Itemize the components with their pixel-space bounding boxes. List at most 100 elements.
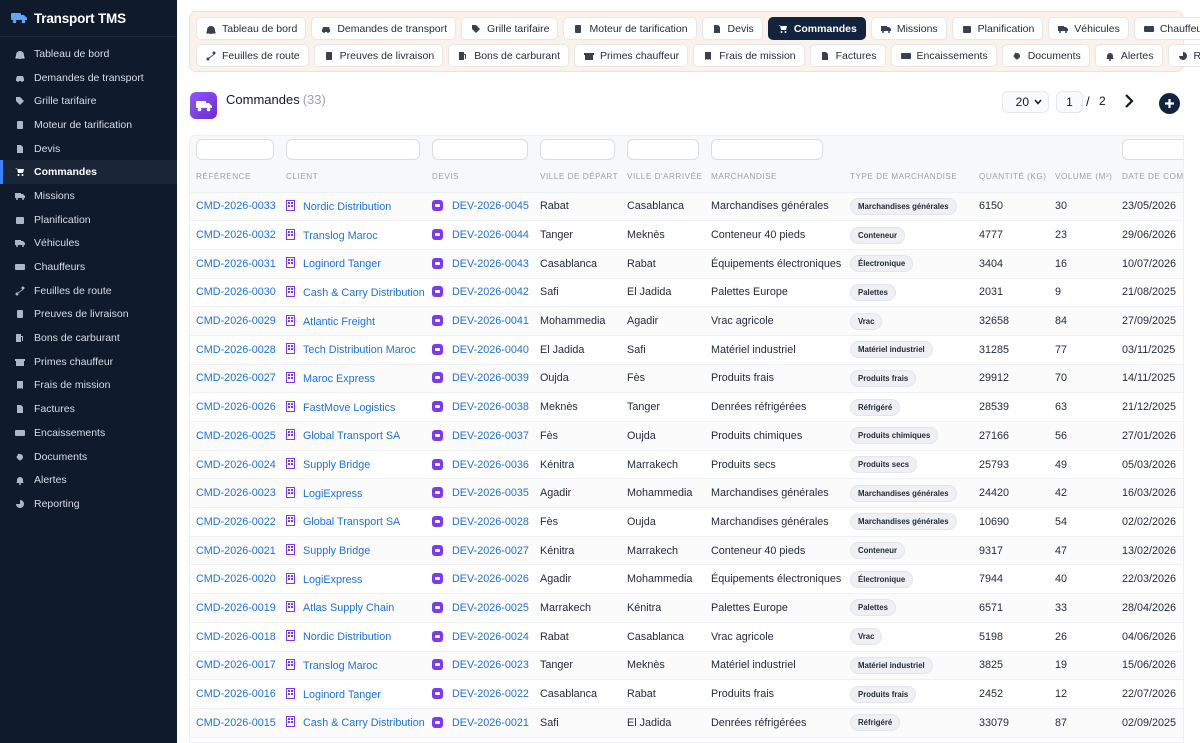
table-row[interactable]: CMD-2026-0024 Supply Bridge DEV-2026-0036 K… (190, 450, 1183, 480)
devis-link[interactable]: DEV-2026-0045 (452, 200, 529, 212)
tab-grille-tarifaire[interactable]: Grille tarifaire (461, 17, 559, 40)
client-link[interactable]: FastMove Logistics (303, 402, 395, 414)
client-link[interactable]: Cash & Carry Distribution (303, 717, 425, 729)
devis-link[interactable]: DEV-2026-0036 (452, 459, 529, 471)
tab-missions[interactable]: Missions (870, 17, 947, 40)
table-row[interactable]: CMD-2026-0025 Global Transport SA DEV-2026… (190, 421, 1183, 451)
order-reference-link[interactable]: CMD-2026-0019 (196, 602, 276, 614)
client-link[interactable]: Loginord Tanger (303, 689, 381, 701)
sidebar-item-documents[interactable]: Documents (0, 445, 177, 469)
devis-link[interactable]: DEV-2026-0042 (452, 286, 529, 298)
column-header[interactable]: VILLE DE DÉPART (534, 161, 621, 193)
devis-link[interactable]: DEV-2026-0035 (452, 487, 529, 499)
tab-bons-de-carburant[interactable]: Bons de carburant (448, 44, 569, 67)
sidebar-item-moteur-de-tarification[interactable]: Moteur de tarification (0, 113, 177, 137)
sidebar-item-frais-de-mission[interactable]: Frais de mission (0, 374, 177, 398)
order-reference-link[interactable]: CMD-2026-0032 (196, 229, 276, 241)
column-header[interactable]: MARCHANDISE (705, 161, 844, 193)
devis-link[interactable]: DEV-2026-0044 (452, 229, 529, 241)
filter-date-input[interactable] (1122, 139, 1183, 160)
order-reference-link[interactable]: CMD-2026-0017 (196, 659, 276, 671)
column-header[interactable]: QUANTITÉ (KG) (973, 161, 1049, 193)
brand[interactable]: Transport TMS (0, 0, 177, 37)
page-size-select[interactable]: 20 (1002, 91, 1049, 113)
filter-devis-input[interactable] (432, 139, 528, 160)
table-row[interactable]: CMD-2026-0017 Translog Maroc DEV-2026-0023… (190, 651, 1183, 681)
client-link[interactable]: Nordic Distribution (303, 201, 391, 213)
sidebar-item-chauffeurs[interactable]: Chauffeurs (0, 255, 177, 279)
client-link[interactable]: Cash & Carry Distribution (303, 287, 425, 299)
client-link[interactable]: Supply Bridge (303, 459, 370, 471)
table-row[interactable]: CMD-2026-0030 Cash & Carry Distribution DE… (190, 278, 1183, 308)
sidebar-item-devis[interactable]: Devis (0, 137, 177, 161)
sidebar-item-missions[interactable]: Missions (0, 184, 177, 208)
add-order-button[interactable] (1159, 93, 1180, 114)
table-row[interactable]: CMD-2026-0033 Nordic Distribution DEV-2026… (190, 192, 1183, 222)
current-page-input[interactable]: 1 (1056, 91, 1083, 113)
order-reference-link[interactable]: CMD-2026-0022 (196, 516, 276, 528)
tab-commandes[interactable]: Commandes (767, 17, 866, 40)
order-reference-link[interactable]: CMD-2026-0018 (196, 631, 276, 643)
tab-feuilles-de-route[interactable]: Feuilles de route (196, 44, 309, 67)
client-link[interactable]: Supply Bridge (303, 545, 370, 557)
table-row[interactable]: CMD-2026-0026 FastMove Logistics DEV-2026-… (190, 392, 1183, 422)
devis-link[interactable]: DEV-2026-0025 (452, 602, 529, 614)
next-page-button[interactable] (1122, 93, 1136, 109)
client-link[interactable]: Tech Distribution Maroc (303, 344, 416, 356)
sidebar-item-demandes-de-transport[interactable]: Demandes de transport (0, 66, 177, 90)
column-header[interactable]: TYPE DE MARCHANDISE (844, 161, 973, 193)
table-row[interactable]: CMD-2026-0016 Loginord Tanger DEV-2026-002… (190, 679, 1183, 709)
sidebar-item-grille-tarifaire[interactable]: Grille tarifaire (0, 89, 177, 113)
sidebar-item-alertes[interactable]: Alertes (0, 468, 177, 492)
order-reference-link[interactable]: CMD-2026-0027 (196, 372, 276, 384)
tab-tableau-de-bord[interactable]: Tableau de bord (196, 17, 307, 40)
client-link[interactable]: LogiExpress (303, 574, 362, 586)
order-reference-link[interactable]: CMD-2026-0028 (196, 344, 276, 356)
order-reference-link[interactable]: CMD-2026-0025 (196, 430, 276, 442)
devis-link[interactable]: DEV-2026-0024 (452, 631, 529, 643)
tab-alertes[interactable]: Alertes (1094, 44, 1163, 67)
table-row[interactable]: CMD-2026-0020 LogiExpress DEV-2026-0026 Aga… (190, 564, 1183, 595)
table-row[interactable]: CMD-2026-0019 Atlas Supply Chain DEV-2026-… (190, 593, 1183, 623)
devis-link[interactable]: DEV-2026-0021 (452, 717, 529, 729)
tab-frais-de-mission[interactable]: Frais de mission (693, 44, 805, 67)
tab-preuves-de-livraison[interactable]: Preuves de livraison (313, 44, 444, 67)
sidebar-item-factures[interactable]: Factures (0, 397, 177, 421)
devis-link[interactable]: DEV-2026-0039 (452, 372, 529, 384)
tab-primes-chauffeur[interactable]: Primes chauffeur (574, 44, 689, 67)
sidebar-item-encaissements[interactable]: Encaissements (0, 421, 177, 445)
tab-moteur-de-tarification[interactable]: Moteur de tarification (563, 17, 697, 40)
client-link[interactable]: Atlas Supply Chain (303, 602, 394, 614)
filter-arrivee-input[interactable] (627, 139, 699, 160)
client-link[interactable]: LogiExpress (303, 488, 362, 500)
order-reference-link[interactable]: CMD-2026-0029 (196, 315, 276, 327)
client-link[interactable]: Global Transport SA (303, 430, 400, 442)
filter-marchandise-input[interactable] (711, 139, 823, 160)
table-row[interactable]: CMD-2026-0018 Nordic Distribution DEV-2026… (190, 622, 1183, 652)
tab-planification[interactable]: Planification (951, 17, 1044, 40)
table-row[interactable]: CMD-2026-0021 Supply Bridge DEV-2026-0027 K… (190, 536, 1183, 566)
sidebar-item-bons-de-carburant[interactable]: Bons de carburant (0, 326, 177, 350)
order-reference-link[interactable]: CMD-2026-0021 (196, 545, 276, 557)
column-header[interactable]: DEVIS (426, 161, 534, 193)
order-reference-link[interactable]: CMD-2026-0026 (196, 401, 276, 413)
sidebar-item-primes-chauffeur[interactable]: Primes chauffeur (0, 350, 177, 374)
devis-link[interactable]: DEV-2026-0043 (452, 258, 529, 270)
devis-link[interactable]: DEV-2026-0037 (452, 430, 529, 442)
order-reference-link[interactable]: CMD-2026-0024 (196, 459, 276, 471)
tab-vehicules[interactable]: Véhicules (1048, 17, 1129, 40)
devis-link[interactable]: DEV-2026-0028 (452, 516, 529, 528)
order-reference-link[interactable]: CMD-2026-0023 (196, 487, 276, 499)
client-link[interactable]: Loginord Tanger (303, 258, 381, 270)
filter-reference-input[interactable] (196, 139, 274, 160)
column-header[interactable]: RÉFÉRENCE (190, 161, 280, 193)
column-header[interactable]: DATE DE COMMANDE (1116, 161, 1183, 193)
table-row[interactable]: CMD-2026-0015 Cash & Carry Distribution DE… (190, 708, 1183, 738)
tab-devis[interactable]: Devis (701, 17, 763, 40)
sidebar-item-preuves-de-livraison[interactable]: Preuves de livraison (0, 303, 177, 327)
devis-link[interactable]: DEV-2026-0041 (452, 315, 529, 327)
filter-depart-input[interactable] (540, 139, 615, 160)
order-reference-link[interactable]: CMD-2026-0016 (196, 688, 276, 700)
orders-table-container[interactable]: RÉFÉRENCE CLIENT DEVIS VILLE DE DÉPART VILLE… (189, 135, 1184, 743)
devis-link[interactable]: DEV-2026-0038 (452, 401, 529, 413)
